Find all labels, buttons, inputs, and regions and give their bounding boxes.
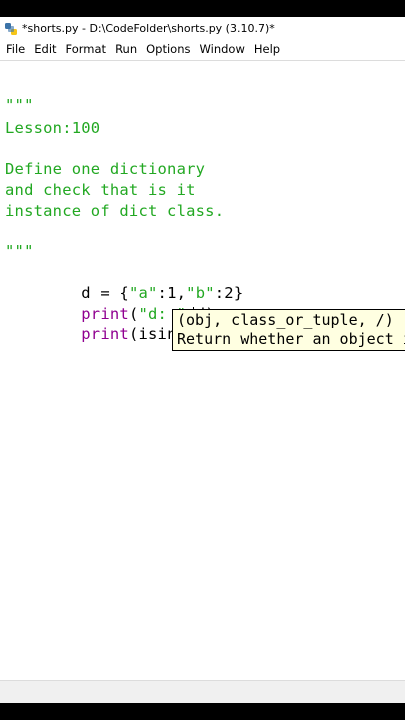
docstring-open: """ [5,96,34,114]
status-bar [0,680,405,703]
menu-help[interactable]: Help [254,42,280,56]
calltip-description: Return whether an object is an instance … [177,330,405,348]
menu-file[interactable]: File [6,42,25,56]
screen: *shorts.py - D:\CodeFolder\shorts.py (3.… [0,0,405,720]
menu-edit[interactable]: Edit [34,42,56,56]
menu-window[interactable]: Window [200,42,245,56]
code-line-dict: d = {"a":1,"b":2} [5,263,243,302]
menu-options[interactable]: Options [146,42,190,56]
code-editor[interactable]: """ Lesson:100 Define one dictionary and… [0,61,405,697]
docstring-close: """ [5,242,34,260]
lesson-line: Lesson:100 [5,119,101,137]
python-idle-icon [4,22,18,36]
title-bar[interactable]: *shorts.py - D:\CodeFolder\shorts.py (3.… [0,17,405,40]
menu-run[interactable]: Run [115,42,137,56]
calltip-signature: (obj, class_or_tuple, /) [177,311,394,329]
menu-bar: File Edit Format Run Options Window Help [0,40,405,58]
menu-format[interactable]: Format [66,42,107,56]
description-line-3: instance of dict class. [5,202,225,220]
description-line-1: Define one dictionary [5,160,206,178]
code-line-print-d: print("d: ",d) [5,284,215,323]
print-keyword: print [81,325,129,343]
calltip-popup: (obj, class_or_tuple, /) Return whether … [172,309,405,351]
dict-value-b: :2} [214,284,244,302]
idle-editor-window: *shorts.py - D:\CodeFolder\shorts.py (3.… [0,17,405,703]
description-line-2: and check that is it [5,181,196,199]
window-title: *shorts.py - D:\CodeFolder\shorts.py (3.… [22,22,275,35]
